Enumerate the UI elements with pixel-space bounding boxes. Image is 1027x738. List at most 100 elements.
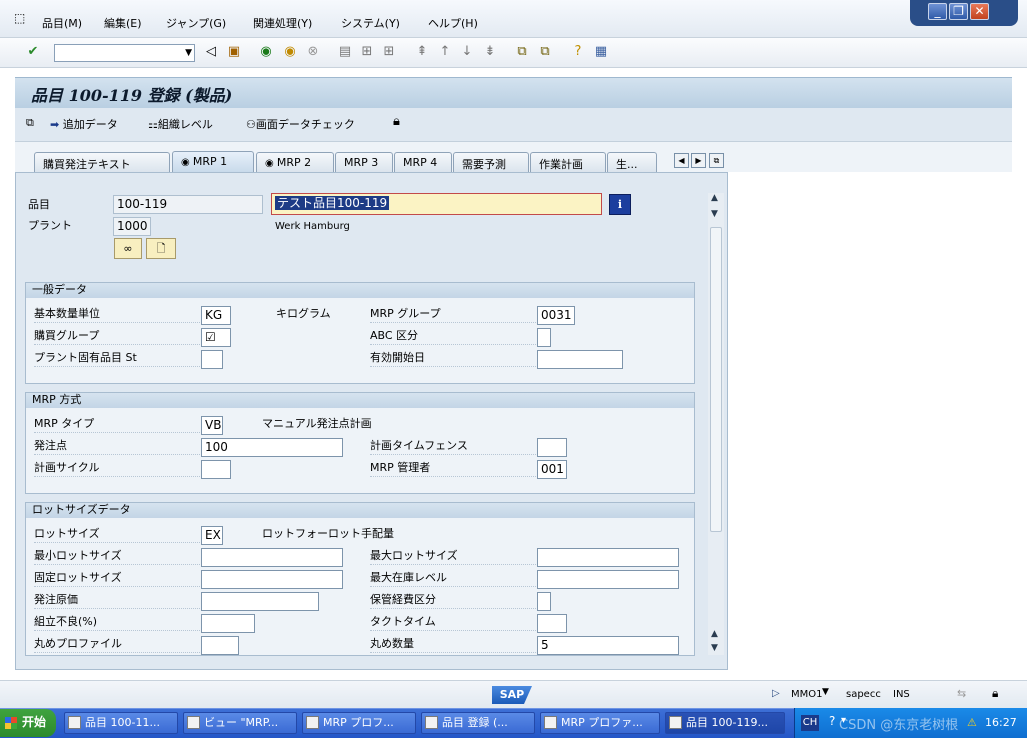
- plant-field[interactable]: 1000: [113, 217, 151, 236]
- tab-scroll-right-icon[interactable]: ▶: [691, 153, 706, 168]
- tab-work-scheduling[interactable]: 作業計画: [530, 152, 606, 172]
- page-title: 品目 100-119 登録 (製品): [31, 86, 233, 105]
- ordering-cost-field[interactable]: [201, 592, 319, 611]
- assembly-scrap-field[interactable]: [201, 614, 255, 633]
- tab-more[interactable]: 生...: [607, 152, 657, 172]
- abc-indicator-field[interactable]: [537, 328, 551, 347]
- tab-mrp2[interactable]: ◉ MRP 2: [256, 152, 334, 172]
- close-button[interactable]: ✕: [970, 3, 989, 20]
- check-screen-data-button[interactable]: ⚇画面データチェック: [246, 116, 355, 132]
- layout-menu-icon[interactable]: ▦: [593, 44, 609, 60]
- menu-help[interactable]: ヘルプ(H): [428, 15, 478, 31]
- language-indicator[interactable]: CH: [801, 715, 819, 731]
- tab-scroll-left-icon[interactable]: ◀: [674, 153, 689, 168]
- taskbar-item-active[interactable]: 品目 100-119...: [665, 712, 785, 734]
- scroll-thumb[interactable]: [710, 227, 722, 532]
- cancel-icon[interactable]: ⊗: [305, 44, 321, 60]
- glasses-icon[interactable]: ∞: [114, 238, 142, 259]
- taskbar-item[interactable]: MRP プロファ...: [540, 712, 660, 734]
- find-icon[interactable]: ⊞: [359, 44, 375, 60]
- mrp-group-field[interactable]: 0031: [537, 306, 575, 325]
- mrp-controller-field[interactable]: 001: [537, 460, 567, 479]
- base-uom-field[interactable]: KG: [201, 306, 231, 325]
- group-title: MRP 方式: [26, 393, 694, 408]
- plant-label: プラント: [28, 219, 72, 232]
- rounding-value-field[interactable]: 5: [537, 636, 679, 655]
- help-icon[interactable]: ?: [570, 44, 586, 60]
- scroll-up-icon[interactable]: ▲: [711, 193, 718, 203]
- material-field[interactable]: 100-119: [113, 195, 263, 214]
- chevron-down-icon[interactable]: ▼: [185, 45, 192, 61]
- new-session-icon[interactable]: ⧉: [514, 44, 530, 60]
- taskbar-item[interactable]: 品目 100-11...: [64, 712, 178, 734]
- back-arrow-icon[interactable]: ◁: [203, 44, 219, 60]
- save-icon[interactable]: ▣: [226, 44, 242, 60]
- valid-from-field[interactable]: [537, 350, 623, 369]
- lot-size-field[interactable]: EX: [201, 526, 223, 545]
- tab-mrp3[interactable]: MRP 3: [335, 152, 393, 172]
- minimize-button[interactable]: _: [928, 3, 947, 20]
- window-icon: [68, 716, 81, 729]
- add-data-button[interactable]: ➡ 追加データ: [50, 116, 118, 132]
- menu-extras[interactable]: 関連処理(Y): [253, 15, 312, 31]
- org-level-button[interactable]: ⚏組織レベル: [148, 116, 213, 132]
- views-icon[interactable]: ⧉: [26, 116, 34, 130]
- print-icon[interactable]: ▤: [337, 44, 353, 60]
- menu-material[interactable]: 品目(M): [42, 15, 82, 31]
- menu-system[interactable]: システム(Y): [341, 15, 400, 31]
- next-page-icon[interactable]: ↓: [459, 44, 475, 60]
- menu-edit[interactable]: 編集(E): [104, 15, 142, 31]
- document-icon[interactable]: 🗋︎: [146, 238, 176, 259]
- enter-icon[interactable]: ✔: [25, 44, 41, 60]
- planning-fence-field[interactable]: [537, 438, 567, 457]
- security-lock-icon[interactable]: 🔒︎: [992, 686, 998, 701]
- planning-cycle-field[interactable]: [201, 460, 231, 479]
- tab-list-icon[interactable]: ⧉: [709, 153, 724, 168]
- taskbar-item[interactable]: MRP プロフ...: [302, 712, 416, 734]
- tab-mrp1[interactable]: ◉ MRP 1: [172, 151, 254, 173]
- last-page-icon[interactable]: ⇟: [482, 44, 498, 60]
- min-lot-size-field[interactable]: [201, 548, 343, 567]
- start-button[interactable]: 开始: [0, 709, 56, 737]
- input-mode: INS: [893, 689, 910, 700]
- window-icon: [669, 716, 682, 729]
- restore-button[interactable]: ❐: [949, 3, 968, 20]
- purchasing-group-field[interactable]: ☑: [201, 328, 231, 347]
- info-icon[interactable]: i: [609, 194, 631, 215]
- reorder-point-field[interactable]: 100: [201, 438, 343, 457]
- help-tray-icon[interactable]: ?: [829, 714, 835, 728]
- storage-cost-field[interactable]: [537, 592, 551, 611]
- system-dropdown-icon[interactable]: ▼: [822, 687, 829, 697]
- prev-page-icon[interactable]: ↑: [437, 44, 453, 60]
- mrp-type-field[interactable]: VB: [201, 416, 223, 435]
- server-name: sapecc: [846, 689, 881, 700]
- scroll-up-icon[interactable]: ▲: [711, 629, 718, 639]
- scroll-down-icon[interactable]: ▼: [711, 209, 718, 219]
- system-tray: CH ? ▾ CSDN @东京老树根 ⚠ 16:27: [794, 708, 1027, 738]
- lock-icon[interactable]: 🔒︎: [393, 114, 400, 129]
- taskbar-item[interactable]: ビュー "MRP...: [183, 712, 297, 734]
- first-page-icon[interactable]: ⇞: [414, 44, 430, 60]
- max-lot-size-field[interactable]: [537, 548, 679, 567]
- find-next-icon[interactable]: ⊞: [381, 44, 397, 60]
- max-stock-level-field[interactable]: [537, 570, 679, 589]
- takt-time-field[interactable]: [537, 614, 567, 633]
- vertical-scrollbar[interactable]: ▲ ▼ ▲ ▼: [708, 193, 724, 655]
- system-menu-icon[interactable]: ⬚: [14, 11, 25, 25]
- shortcut-icon[interactable]: ⧉: [537, 44, 553, 60]
- tab-mrp4[interactable]: MRP 4: [394, 152, 452, 172]
- status-toggle-icon[interactable]: ▷: [772, 688, 780, 699]
- rounding-profile-field[interactable]: [201, 636, 239, 655]
- fixed-lot-size-field[interactable]: [201, 570, 343, 589]
- back-icon[interactable]: ◉: [258, 44, 274, 60]
- command-field[interactable]: ▼: [54, 44, 195, 62]
- material-description-field[interactable]: テスト品目100-119: [271, 193, 602, 215]
- exit-icon[interactable]: ◉: [282, 44, 298, 60]
- material-label: 品目: [28, 198, 50, 211]
- tab-forecasting[interactable]: 需要予測: [453, 152, 529, 172]
- menu-goto[interactable]: ジャンプ(G): [166, 15, 226, 31]
- scroll-down-icon[interactable]: ▼: [711, 643, 718, 653]
- tab-purchase-text[interactable]: 購買発注テキスト: [34, 152, 170, 172]
- plant-status-field[interactable]: [201, 350, 223, 369]
- taskbar-item[interactable]: 品目 登録 (...: [421, 712, 535, 734]
